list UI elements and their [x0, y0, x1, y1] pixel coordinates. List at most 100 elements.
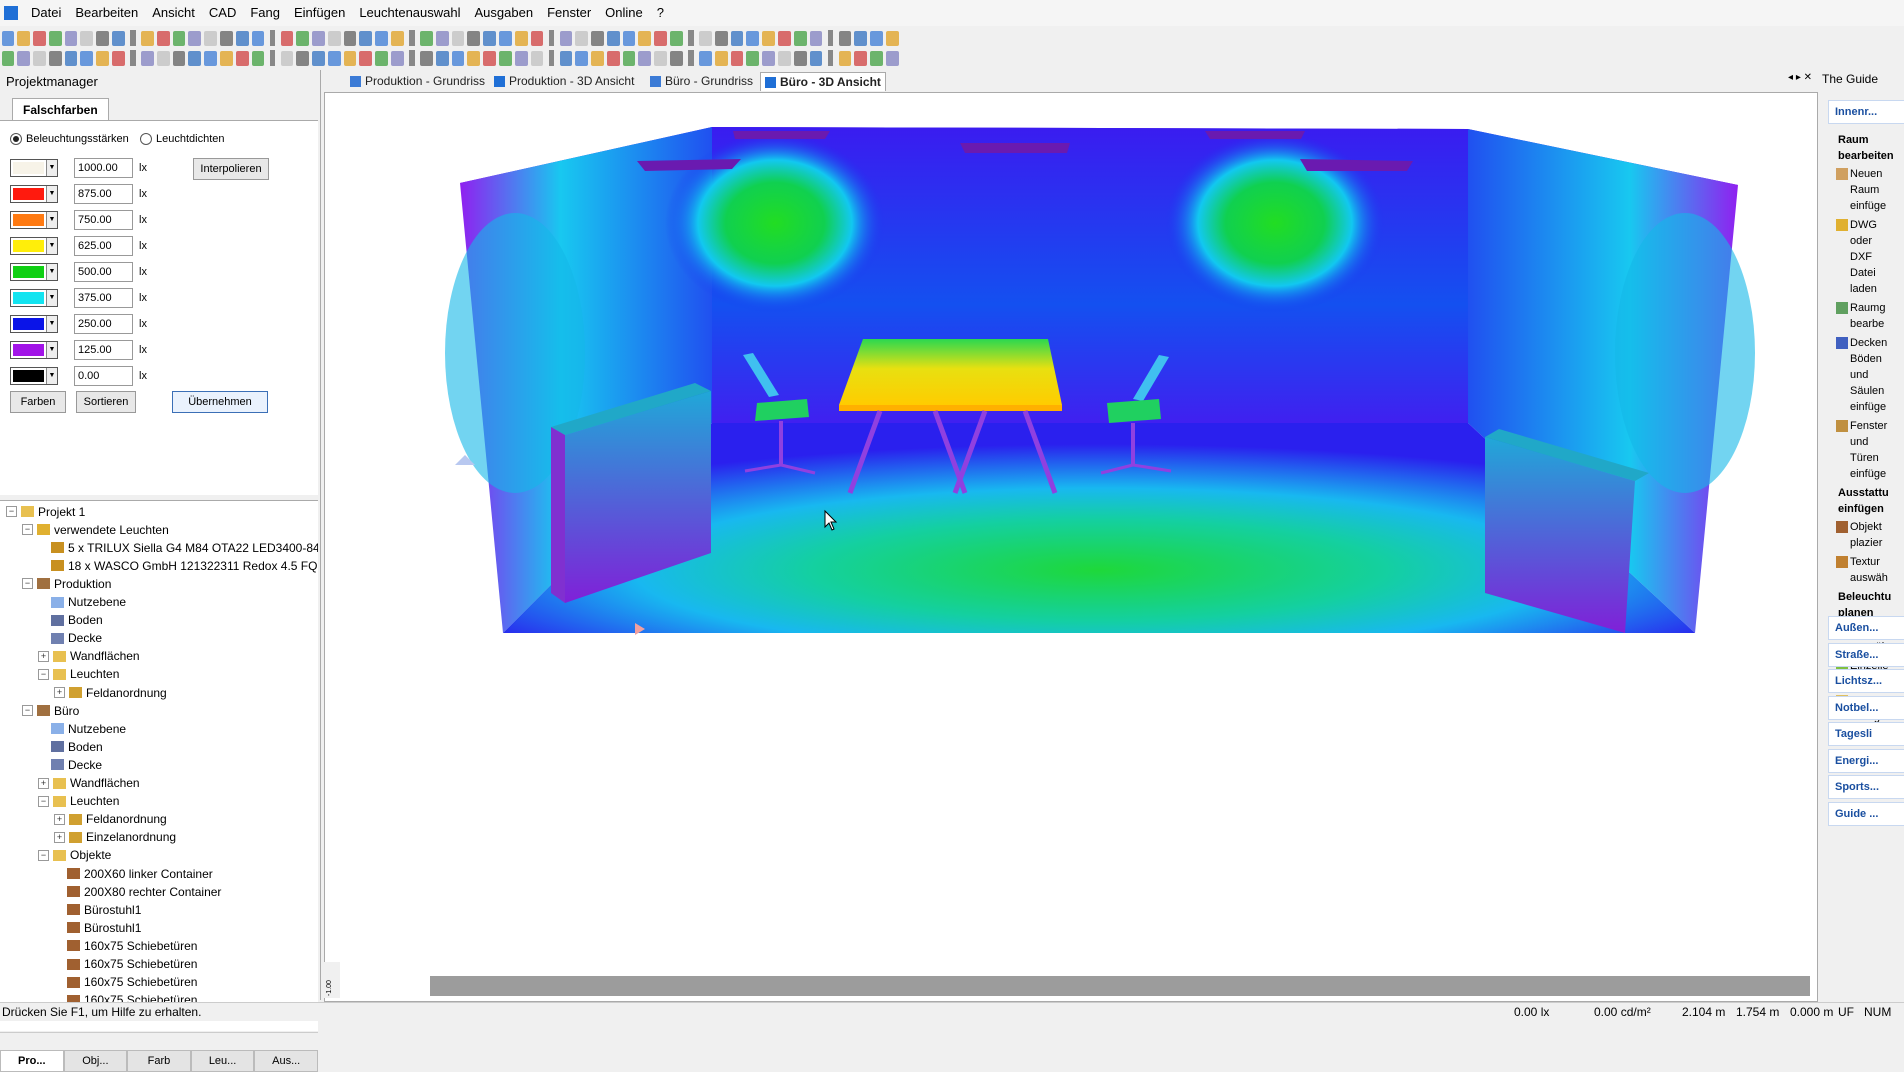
guide-section[interactable]: Straße...: [1828, 642, 1904, 667]
guide-action-link[interactable]: Neuen Raum einfüge: [1850, 166, 1886, 214]
toolbar-button-icon[interactable]: [343, 30, 357, 46]
tree-node[interactable]: + Feldanordnung: [54, 684, 167, 701]
toolbar-button-icon[interactable]: [730, 50, 744, 66]
toolbar-button-icon[interactable]: [112, 50, 125, 66]
toolbar-button-icon[interactable]: [204, 30, 217, 46]
chevron-down-icon[interactable]: ▼: [46, 290, 57, 306]
toolbar-button-icon[interactable]: [730, 30, 744, 46]
bottom-tab[interactable]: Pro...: [0, 1050, 64, 1072]
toolbar-button-icon[interactable]: [96, 30, 110, 46]
guide-section[interactable]: Außen...: [1828, 616, 1904, 640]
room-3d-render[interactable]: [325, 93, 1817, 1001]
tree-node[interactable]: − verwendete Leuchten: [22, 521, 169, 538]
toolbar-button-icon[interactable]: [467, 30, 481, 46]
menu-item[interactable]: Online: [598, 0, 650, 26]
guide-action-link[interactable]: Objekt plazier: [1850, 519, 1882, 551]
toolbar-button-icon[interactable]: [312, 50, 325, 66]
toolbar-button-icon[interactable]: [359, 30, 373, 46]
tab-falschfarben[interactable]: Falschfarben: [12, 98, 109, 121]
chevron-down-icon[interactable]: ▼: [46, 160, 57, 176]
threshold-value-input[interactable]: 250.00: [74, 314, 133, 334]
toolbar-button-icon[interactable]: [391, 50, 404, 66]
document-tab[interactable]: Produktion - 3D Ansicht: [490, 72, 638, 90]
expand-icon[interactable]: +: [54, 687, 65, 698]
toolbar-button-icon[interactable]: [854, 30, 868, 46]
menu-item[interactable]: ?: [650, 0, 671, 26]
guide-section-innenraum[interactable]: Innenr...: [1828, 100, 1904, 124]
toolbar-button-icon[interactable]: [375, 30, 389, 46]
guide-action-link[interactable]: Fenster und Türen einfüge: [1850, 418, 1887, 482]
tree-horizontal-scrollbar[interactable]: [0, 1032, 318, 1049]
toolbar-button-icon[interactable]: [559, 30, 573, 46]
toolbar-button-icon[interactable]: [96, 50, 110, 66]
toolbar-button-icon[interactable]: [575, 30, 589, 46]
menu-item[interactable]: Bearbeiten: [68, 0, 145, 26]
document-tab[interactable]: Büro - 3D Ansicht: [760, 72, 886, 91]
guide-action-link[interactable]: Decken Böden und Säulen einfüge: [1850, 335, 1887, 415]
toolbar-button-icon[interactable]: [420, 30, 433, 46]
toolbar-button-icon[interactable]: [498, 30, 512, 46]
color-picker[interactable]: ▼: [10, 289, 58, 307]
toolbar-button-icon[interactable]: [885, 30, 899, 46]
toolbar-button-icon[interactable]: [435, 50, 449, 66]
tree-node[interactable]: − Objekte: [38, 847, 111, 864]
toolbar-button-icon[interactable]: [654, 50, 668, 66]
toolbar-button-icon[interactable]: [514, 30, 528, 46]
toolbar-button-icon[interactable]: [141, 30, 154, 46]
expand-icon[interactable]: +: [54, 813, 65, 825]
color-picker[interactable]: ▼: [10, 185, 58, 203]
luminaire-3[interactable]: [960, 143, 1070, 153]
toolbar-button-icon[interactable]: [777, 50, 791, 66]
threshold-value-input[interactable]: 625.00: [74, 236, 133, 256]
toolbar-button-icon[interactable]: [296, 50, 310, 66]
toolbar-button-icon[interactable]: [559, 50, 573, 66]
guide-section[interactable]: Guide ...: [1828, 801, 1904, 826]
color-picker[interactable]: ▼: [10, 367, 58, 385]
expand-icon[interactable]: +: [38, 650, 49, 662]
tree-node[interactable]: − Büro: [22, 702, 79, 719]
tree-node[interactable]: 200X80 rechter Container: [54, 883, 221, 900]
collapse-icon[interactable]: −: [6, 506, 17, 517]
radio-button-unchecked[interactable]: [140, 133, 152, 145]
toolbar-button-icon[interactable]: [809, 50, 823, 66]
chevron-down-icon[interactable]: ▼: [46, 342, 57, 358]
tree-node[interactable]: + Wandflächen: [38, 648, 140, 665]
toolbar-button-icon[interactable]: [777, 30, 791, 46]
threshold-value-input[interactable]: 0.00: [74, 366, 133, 386]
tree-node[interactable]: 200X60 linker Container: [54, 865, 213, 882]
toolbar-button-icon[interactable]: [530, 30, 544, 46]
guide-action-link[interactable]: Raumg bearbe: [1850, 300, 1885, 332]
tree-node[interactable]: − Projekt 1: [6, 503, 85, 520]
document-tab[interactable]: Büro - Grundriss: [646, 72, 757, 90]
toolbar-button-icon[interactable]: [64, 50, 78, 66]
toolbar-button-icon[interactable]: [312, 30, 325, 46]
toolbar-button-icon[interactable]: [838, 50, 852, 66]
toolbar-button-icon[interactable]: [17, 30, 31, 46]
toolbar-button-icon[interactable]: [746, 50, 760, 66]
expand-icon[interactable]: +: [38, 777, 49, 789]
toolbar-button-icon[interactable]: [1, 30, 15, 46]
toolbar-button-icon[interactable]: [575, 50, 589, 66]
table-top[interactable]: [839, 339, 1062, 405]
toolbar-button-icon[interactable]: [885, 50, 899, 66]
toolbar-button-icon[interactable]: [141, 50, 154, 66]
toolbar-button-icon[interactable]: [48, 50, 62, 66]
tree-node[interactable]: Bürostuhl1: [54, 919, 141, 936]
toolbar-button-icon[interactable]: [670, 30, 683, 46]
colors-button[interactable]: Farben: [10, 391, 66, 413]
menu-item[interactable]: Leuchtenauswahl: [352, 0, 467, 26]
tree-node[interactable]: 160x75 Schiebetüren: [54, 974, 197, 991]
toolbar-button-icon[interactable]: [64, 30, 78, 46]
threshold-value-input[interactable]: 1000.00: [74, 158, 133, 178]
tree-node[interactable]: Boden: [38, 612, 103, 629]
tree-node[interactable]: 5 x TRILUX Siella G4 M84 OTA22 LED3400-8…: [38, 539, 318, 556]
toolbar-button-icon[interactable]: [296, 30, 310, 46]
toolbar-button-icon[interactable]: [809, 30, 823, 46]
tree-node[interactable]: + Wandflächen: [38, 775, 140, 792]
color-picker[interactable]: ▼: [10, 341, 58, 359]
toolbar-button-icon[interactable]: [606, 30, 620, 46]
expand-icon[interactable]: +: [54, 831, 65, 843]
toolbar-button-icon[interactable]: [591, 30, 604, 46]
toolbar-button-icon[interactable]: [514, 50, 528, 66]
toolbar-button-icon[interactable]: [48, 30, 62, 46]
